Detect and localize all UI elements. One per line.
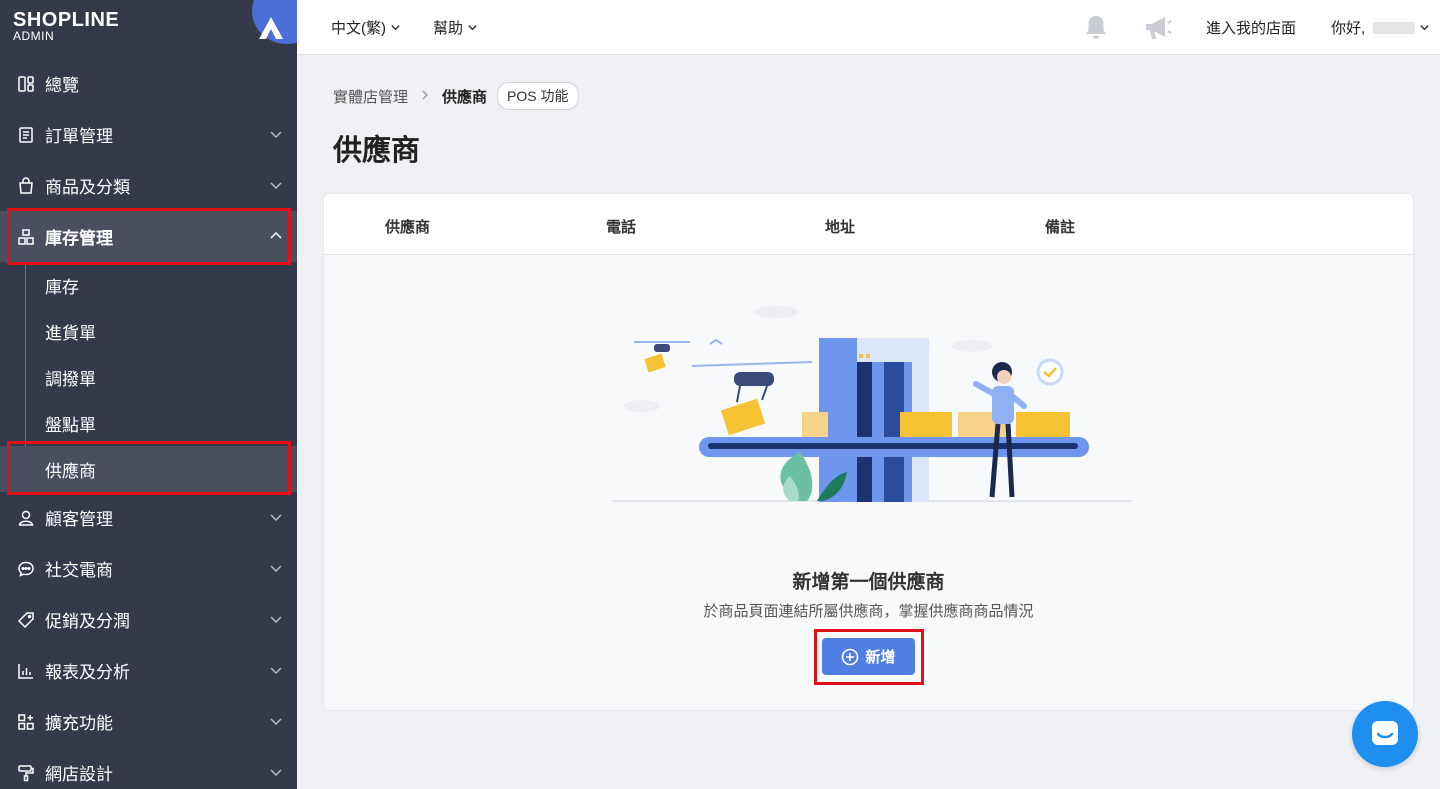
sidebar-item-overview[interactable]: 總覽 xyxy=(0,58,297,109)
sidebar-subitem-purchase-orders[interactable]: 進貨單 xyxy=(0,308,297,354)
chevron-down-icon xyxy=(468,25,477,31)
sidebar-item-inventory[interactable]: 庫存管理 xyxy=(0,211,297,262)
dashboard-icon xyxy=(16,74,36,94)
sidebar-item-label: 社交電商 xyxy=(45,561,113,580)
sidebar-item-customers[interactable]: 顧客管理 xyxy=(0,492,297,543)
sidebar-subitem-stocktake[interactable]: 盤點單 xyxy=(0,400,297,446)
chevron-down-icon xyxy=(270,565,282,573)
sidebar-item-products[interactable]: 商品及分類 xyxy=(0,160,297,211)
page-title: 供應商 xyxy=(333,135,421,167)
empty-state-illustration xyxy=(612,306,1132,502)
chevron-down-icon xyxy=(270,182,282,190)
chat-bubble-icon xyxy=(1372,721,1398,745)
breadcrumb-current: 供應商 xyxy=(442,88,488,106)
column-phone: 電話 xyxy=(606,219,637,236)
inventory-icon xyxy=(16,227,36,247)
add-supplier-button[interactable]: 新增 xyxy=(822,638,915,675)
bell-icon[interactable] xyxy=(1083,14,1109,42)
sidebar-item-label: 擴充功能 xyxy=(45,714,113,733)
language-label: 中文(繁) xyxy=(331,20,386,37)
chevron-down-icon xyxy=(270,667,282,675)
chevron-down-icon xyxy=(391,25,400,31)
sidebar-nav: 總覽 訂單管理 商品及分類 庫存管理 庫存 進貨單 調撥單 盤點單 供應商 顧客… xyxy=(0,58,297,789)
language-selector[interactable]: 中文(繁) xyxy=(331,17,401,38)
sidebar-item-promotions[interactable]: 促銷及分潤 xyxy=(0,594,297,645)
empty-state-title: 新增第一個供應商 xyxy=(792,572,945,593)
sidebar-item-apps[interactable]: 擴充功能 xyxy=(0,696,297,747)
chevron-down-icon xyxy=(270,616,282,624)
redacted-username xyxy=(1373,21,1416,34)
greeting-label: 你好, xyxy=(1331,20,1366,37)
sidebar: SHOPLINE ADMIN 總覽 訂單管理 商品及分類 庫存管理 庫存 進貨單… xyxy=(0,0,297,789)
breadcrumb-parent[interactable]: 實體店管理 xyxy=(333,86,408,107)
sidebar-subitem-transfer-orders[interactable]: 調撥單 xyxy=(0,354,297,400)
order-icon xyxy=(16,125,36,145)
chat-icon xyxy=(16,559,36,579)
sidebar-item-label: 庫存管理 xyxy=(45,229,113,248)
sidebar-subitem-stock[interactable]: 庫存 xyxy=(0,262,297,308)
chevron-down-icon xyxy=(270,514,282,522)
plus-circle-icon xyxy=(842,648,859,665)
sidebar-item-label: 訂單管理 xyxy=(45,127,113,146)
inventory-submenu: 庫存 進貨單 調撥單 盤點單 供應商 xyxy=(0,262,297,492)
account-menu[interactable]: 你好, xyxy=(1331,17,1430,38)
user-icon xyxy=(16,508,36,528)
supplier-table-card: 供應商 電話 地址 備註 新增第一個供應商 於商品頁面連結所屬供應商，掌握供應商… xyxy=(323,193,1414,711)
bag-icon xyxy=(16,176,36,196)
sidebar-item-store-design[interactable]: 網店設計 xyxy=(0,747,297,789)
help-label: 幫助 xyxy=(433,20,464,37)
chart-icon xyxy=(16,661,36,681)
help-menu[interactable]: 幫助 xyxy=(433,17,478,38)
visit-store-label: 進入我的店面 xyxy=(1206,20,1297,37)
sidebar-item-label: 促銷及分潤 xyxy=(45,612,130,631)
column-notes: 備註 xyxy=(1045,219,1076,236)
logo-area[interactable]: SHOPLINE ADMIN xyxy=(0,0,297,55)
chevron-down-icon xyxy=(270,769,282,777)
sidebar-item-label: 顧客管理 xyxy=(45,510,113,529)
chevron-right-icon xyxy=(420,88,430,105)
chat-launcher-button[interactable] xyxy=(1352,701,1418,767)
brand-logo: SHOPLINE xyxy=(13,9,120,31)
add-supplier-label: 新增 xyxy=(865,649,896,666)
shopline-mark-icon xyxy=(259,17,283,39)
pos-badge: POS 功能 xyxy=(497,82,579,110)
sidebar-item-reports[interactable]: 報表及分析 xyxy=(0,645,297,696)
top-header: 中文(繁) 幫助 進入我的店面 你好, xyxy=(297,0,1440,55)
table-header: 供應商 電話 地址 備註 xyxy=(324,194,1413,255)
sidebar-subitem-suppliers[interactable]: 供應商 xyxy=(0,446,297,492)
sidebar-item-label: 總覽 xyxy=(45,76,79,95)
chevron-down-icon xyxy=(270,718,282,726)
sidebar-item-label: 網店設計 xyxy=(45,765,113,784)
chevron-down-icon xyxy=(1420,25,1429,31)
brand-sub: ADMIN xyxy=(13,29,55,43)
apps-icon xyxy=(16,712,36,732)
sidebar-item-label: 報表及分析 xyxy=(45,663,130,682)
tag-icon xyxy=(16,610,36,630)
sidebar-item-orders[interactable]: 訂單管理 xyxy=(0,109,297,160)
chevron-down-icon xyxy=(270,131,282,139)
breadcrumb: 實體店管理 供應商 POS 功能 xyxy=(333,82,579,110)
empty-state-description: 於商品頁面連結所屬供應商，掌握供應商商品情況 xyxy=(703,603,1034,620)
sidebar-item-social-commerce[interactable]: 社交電商 xyxy=(0,543,297,594)
megaphone-icon[interactable] xyxy=(1143,14,1173,42)
column-supplier: 供應商 xyxy=(385,219,431,236)
sidebar-item-label: 商品及分類 xyxy=(45,178,130,197)
paint-icon xyxy=(16,763,36,783)
column-address: 地址 xyxy=(825,219,856,236)
visit-store-link[interactable]: 進入我的店面 xyxy=(1206,17,1296,38)
chevron-up-icon xyxy=(270,231,282,239)
